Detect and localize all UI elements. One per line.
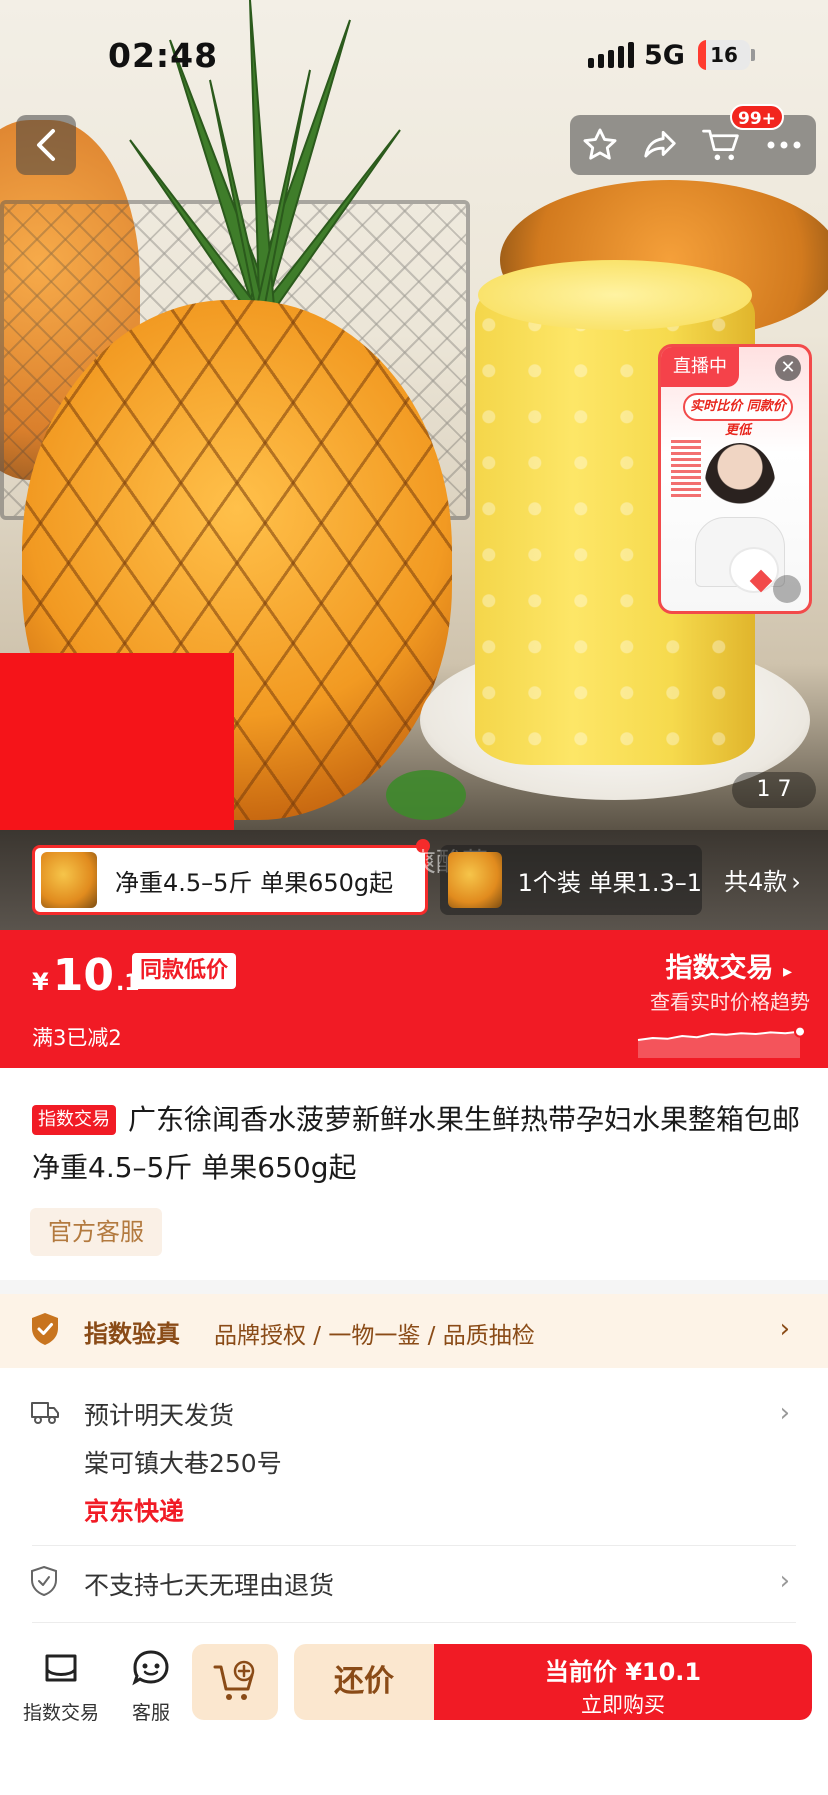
variant-label: 1个装 单果1.3–1 [517, 868, 702, 897]
customer-service-tab[interactable]: 客服 [106, 1648, 196, 1725]
variant-total-label: 共4款 [724, 868, 788, 896]
buy-now-button[interactable]: 当前价 ¥10.1 立即购买 [434, 1644, 812, 1720]
shipping-carrier: 京东快递 [84, 1497, 185, 1526]
qr-code-icon [671, 437, 701, 497]
buy-now-price: 当前价 ¥10.1 [544, 1658, 702, 1686]
index-trade-tag: 指数交易 [32, 1105, 116, 1135]
bargain-button[interactable]: 还价 [294, 1644, 434, 1720]
index-trade-link[interactable]: 指数交易 ▸ [666, 946, 792, 985]
star-icon [583, 128, 617, 160]
live-stream-widget[interactable]: 直播中 ✕ 实时比价 同款价更低 [658, 344, 812, 614]
shipping-address[interactable]: 棠可镇大巷250号 [84, 1444, 282, 1480]
chevron-left-icon [37, 129, 55, 161]
price-trend-link[interactable]: 查看实时价格趋势 [650, 986, 810, 1015]
authenticity-subtitle: 品牌授权 / 一物一鉴 / 品质抽检 [214, 1323, 535, 1349]
chevron-right-icon[interactable]: › [780, 1566, 790, 1596]
lowest-price-badge: 同款低价 [132, 953, 237, 989]
sparkline-area [638, 1031, 800, 1058]
official-service-button[interactable]: 官方客服 [30, 1208, 162, 1256]
currency-symbol: ¥ [32, 968, 49, 996]
live-tag: 直播中 [661, 347, 739, 387]
variant-total-link[interactable]: 共4款 › [724, 862, 801, 897]
image-counter: 1 7 [732, 772, 816, 808]
live-banner: 实时比价 同款价更低 [683, 393, 793, 438]
chat-face-icon [132, 1650, 169, 1686]
variant-thumbnail [448, 852, 502, 908]
promotion-text: 满3已减2 [32, 1026, 122, 1050]
battery-nub [751, 49, 755, 61]
peeled-pineapple-top [478, 260, 752, 330]
battery-level: 16 [710, 43, 738, 67]
authenticity-row[interactable]: 指数验真 品牌授权 / 一物一鉴 / 品质抽检 › [0, 1294, 828, 1368]
store-icon [45, 1654, 77, 1682]
buy-now-label: 立即购买 [581, 1693, 665, 1717]
back-button[interactable] [16, 115, 76, 175]
live-close-button[interactable]: ✕ [775, 355, 801, 381]
mint-leaf [386, 770, 466, 820]
signal-icon [588, 42, 634, 68]
chevron-right-icon: › [779, 1314, 790, 1344]
variant-thumbnail [41, 852, 97, 908]
caret-right-icon: ▸ [782, 961, 792, 982]
cart-icon [702, 129, 739, 161]
status-bar: 02:48 5G 16 [0, 0, 828, 110]
red-overlay-block [0, 653, 234, 830]
live-host-avatar [705, 443, 775, 523]
share-icon [644, 130, 676, 158]
mute-icon[interactable] [773, 575, 801, 603]
share-button[interactable] [630, 115, 690, 175]
index-trade-title: 指数交易 [665, 953, 774, 984]
cart-count-badge: 99+ [730, 104, 784, 130]
battery-icon: 16 [698, 40, 750, 70]
product-detail-page: 02:48 5G 16 99+ 直播中 ✕ 实时比价 同款价更低 1 7 净重4… [0, 0, 828, 1795]
section-divider [0, 1280, 828, 1294]
variant-option[interactable]: 1个装 单果1.3–1 [440, 845, 702, 915]
favorite-button[interactable] [570, 115, 630, 175]
cart-plus-icon [213, 1660, 255, 1700]
add-to-cart-button[interactable] [192, 1644, 278, 1720]
customer-service-tab-label: 客服 [131, 1702, 170, 1724]
index-trade-tab[interactable]: 指数交易 [16, 1648, 106, 1725]
shield-check-icon [32, 1313, 58, 1345]
authenticity-title: 指数验真 [84, 1320, 180, 1348]
return-policy[interactable]: 不支持七天无理由退货 [84, 1566, 334, 1602]
product-title: 广东徐闻香水菠萝新鲜水果生鲜热带孕妇水果整箱包邮 净重4.5–5斤 单果650g… [32, 1103, 801, 1184]
price-integer: 10 [52, 950, 114, 1001]
network-type: 5G [644, 40, 685, 71]
index-trade-tab-label: 指数交易 [22, 1702, 99, 1724]
chevron-right-icon: › [791, 868, 801, 896]
sparkline-endpoint [794, 1025, 806, 1038]
shield-outline-icon [31, 1566, 57, 1596]
more-icon [767, 141, 801, 149]
shipping-estimate[interactable]: 预计明天发货 [84, 1396, 234, 1432]
current-price: ¥ 10 .1 [32, 950, 140, 1001]
price-trend-sparkline[interactable] [636, 1018, 816, 1058]
chevron-right-icon[interactable]: › [780, 1398, 790, 1428]
product-title-block: 指数交易 广东徐闻香水菠萝新鲜水果生鲜热带孕妇水果整箱包邮 净重4.5–5斤 单果… [32, 1096, 806, 1192]
status-time: 02:48 [108, 36, 219, 75]
divider [32, 1545, 796, 1546]
delivery-truck-icon [31, 1402, 59, 1424]
